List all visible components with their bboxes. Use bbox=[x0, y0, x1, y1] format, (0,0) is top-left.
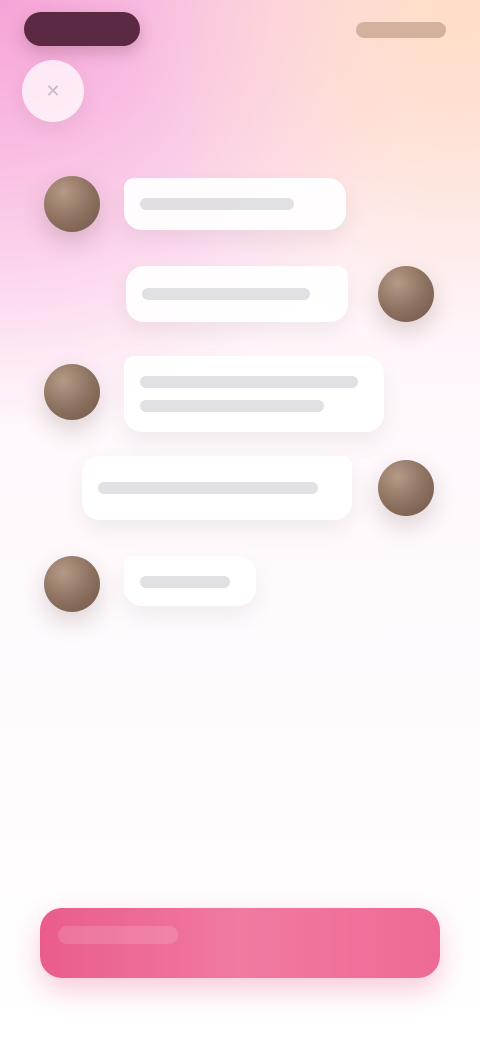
status-pill bbox=[24, 12, 140, 46]
chat-bubble-text bbox=[98, 482, 318, 494]
chat-bubble bbox=[124, 178, 346, 230]
avatar bbox=[378, 266, 434, 322]
chat-bubble-text bbox=[140, 400, 324, 412]
chat-bubble bbox=[124, 556, 256, 606]
close-icon: ✕ bbox=[45, 81, 61, 101]
primary-action-highlight bbox=[58, 926, 178, 944]
chat-bubble bbox=[124, 356, 384, 432]
avatar bbox=[378, 460, 434, 516]
close-button[interactable]: ✕ bbox=[22, 60, 84, 122]
avatar bbox=[44, 556, 100, 612]
chat-bubble bbox=[82, 456, 352, 520]
avatar bbox=[44, 176, 100, 232]
avatar bbox=[44, 364, 100, 420]
chat-bubble-text bbox=[140, 376, 358, 388]
status-indicators bbox=[356, 22, 446, 38]
primary-action-button[interactable] bbox=[40, 908, 440, 978]
chat-bubble-text bbox=[140, 576, 230, 588]
chat-screen: ✕ bbox=[0, 0, 480, 1040]
chat-bubble bbox=[126, 266, 348, 322]
chat-bubble-text bbox=[140, 198, 294, 210]
chat-bubble-text bbox=[142, 288, 310, 300]
